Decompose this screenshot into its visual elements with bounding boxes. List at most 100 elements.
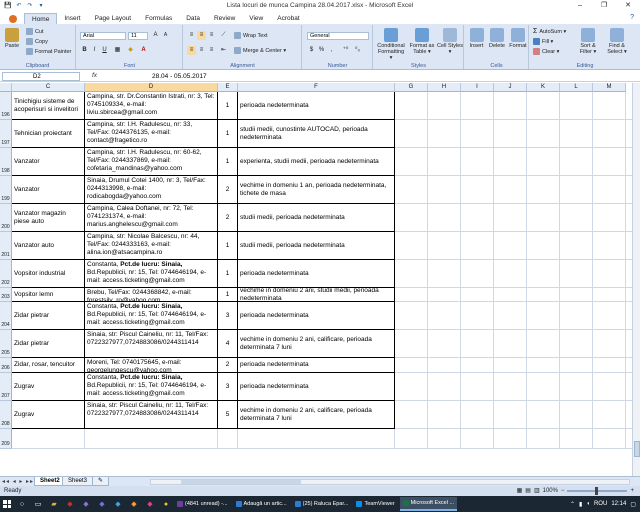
positions-count-cell[interactable]: 2: [218, 176, 238, 204]
column-header-m[interactable]: M: [593, 83, 626, 92]
taskbar-app[interactable]: TeamViewer: [353, 497, 397, 511]
empty-cell[interactable]: [560, 176, 593, 204]
positions-count-cell[interactable]: 1: [218, 232, 238, 260]
illustrator-icon[interactable]: ◆: [127, 497, 141, 511]
column-header-j[interactable]: J: [494, 83, 527, 92]
font-name-select[interactable]: Arial: [80, 32, 126, 40]
clear-button[interactable]: Clear ▾: [533, 48, 559, 55]
positions-count-cell[interactable]: 1: [218, 260, 238, 288]
requirements-cell[interactable]: studii medii, cunostinte AUTOCAD, perioa…: [238, 120, 395, 148]
column-header-l[interactable]: L: [560, 83, 593, 92]
job-title-cell[interactable]: Zugrav: [12, 401, 85, 429]
office-button[interactable]: [2, 13, 24, 24]
increase-decimal-icon[interactable]: ⁺⁰: [341, 46, 350, 55]
sheet-tab-sheet3[interactable]: Sheet3: [62, 477, 94, 486]
job-title-cell[interactable]: Zidar pietrar: [12, 302, 85, 330]
empty-cell[interactable]: [461, 288, 494, 302]
empty-cell[interactable]: [494, 373, 527, 401]
positions-count-cell[interactable]: 1: [218, 120, 238, 148]
empty-cell[interactable]: [593, 120, 626, 148]
empty-cell[interactable]: [593, 330, 626, 358]
contact-cell[interactable]: Constanta, Pct.de lucru: Sinaia, Bd.Repu…: [85, 373, 218, 401]
empty-cell[interactable]: [560, 429, 593, 449]
requirements-cell[interactable]: studii medii, perioada nedeterminata: [238, 204, 395, 232]
empty-cell[interactable]: [560, 120, 593, 148]
empty-cell[interactable]: [395, 204, 428, 232]
empty-cell[interactable]: [593, 148, 626, 176]
customize-qat-icon[interactable]: ▾: [37, 2, 45, 10]
vertical-scroll-thumb[interactable]: [634, 441, 640, 457]
taskbar-app[interactable]: Microsoft Excel ...: [399, 497, 458, 511]
align-top-icon[interactable]: ≡: [187, 31, 196, 40]
zoom-out-icon[interactable]: −: [561, 486, 565, 496]
save-icon[interactable]: 💾: [4, 2, 12, 10]
empty-cell[interactable]: [494, 288, 527, 302]
empty-cell[interactable]: [527, 330, 560, 358]
requirements-cell[interactable]: perioada nedeterminata: [238, 373, 395, 401]
empty-cell[interactable]: [494, 176, 527, 204]
empty-cell[interactable]: [395, 288, 428, 302]
empty-cell[interactable]: [527, 260, 560, 288]
empty-cell[interactable]: [395, 401, 428, 429]
positions-count-cell[interactable]: 5: [218, 401, 238, 429]
empty-cell[interactable]: [395, 358, 428, 373]
contact-cell[interactable]: Constanta, Pct.de lucru: Sinaia, Bd.Repu…: [85, 302, 218, 330]
page-break-view-icon[interactable]: ▥: [534, 486, 540, 496]
empty-cell[interactable]: [560, 260, 593, 288]
positions-count-cell[interactable]: 2: [218, 204, 238, 232]
empty-cell[interactable]: [461, 120, 494, 148]
orientation-icon[interactable]: ⟋: [219, 31, 228, 40]
empty-cell[interactable]: [395, 148, 428, 176]
shrink-font-icon[interactable]: A: [161, 31, 170, 40]
job-title-cell[interactable]: Tinichigiu sisteme de acoperisuri si inv…: [12, 92, 85, 120]
tray-arrow-icon[interactable]: ⌃: [570, 501, 575, 508]
empty-cell[interactable]: [428, 330, 461, 358]
job-title-cell[interactable]: Zugrav: [12, 373, 85, 401]
job-title-cell[interactable]: Vopsitor lemn: [12, 288, 85, 302]
row-header[interactable]: 196: [0, 92, 12, 120]
job-title-cell[interactable]: Vanzator auto: [12, 232, 85, 260]
italic-button[interactable]: I: [90, 46, 99, 55]
positions-count-cell[interactable]: 3: [218, 373, 238, 401]
empty-cell[interactable]: [428, 373, 461, 401]
empty-cell[interactable]: [593, 302, 626, 330]
empty-cell[interactable]: [461, 92, 494, 120]
fx-icon[interactable]: fx: [92, 72, 97, 79]
after-effects-icon[interactable]: ◆: [95, 497, 109, 511]
insert-cells-button[interactable]: Insert: [467, 28, 486, 49]
empty-cell[interactable]: [395, 429, 428, 449]
underline-button[interactable]: U: [100, 46, 109, 55]
requirements-cell[interactable]: vechime in domeniu 2 ani, studii medii, …: [238, 288, 395, 302]
empty-cell[interactable]: [428, 302, 461, 330]
contact-cell[interactable]: Campina, str. Dr.Constantin Istrati, nr:…: [85, 92, 218, 120]
clock[interactable]: 12:14: [611, 501, 626, 507]
align-middle-icon[interactable]: ≡: [197, 31, 206, 40]
insert-sheet-icon[interactable]: ✎: [92, 477, 110, 486]
contact-cell[interactable]: Sinaia, str: Piscul Caineliu, nr: 11, Te…: [85, 401, 218, 429]
acrobat-icon[interactable]: ◆: [63, 497, 77, 511]
zoom-slider[interactable]: [567, 487, 628, 495]
empty-cell[interactable]: [593, 401, 626, 429]
align-left-icon[interactable]: ≡: [187, 46, 196, 55]
paste-button[interactable]: Paste: [3, 28, 21, 49]
empty-cell[interactable]: [527, 232, 560, 260]
tab-insert[interactable]: Insert: [57, 13, 87, 24]
empty-cell[interactable]: [428, 120, 461, 148]
decrease-decimal-icon[interactable]: ⁰₀: [353, 46, 362, 55]
empty-cell[interactable]: [395, 302, 428, 330]
wrap-text-button[interactable]: Wrap Text: [234, 32, 268, 39]
empty-cell[interactable]: [428, 429, 461, 449]
empty-cell[interactable]: [494, 358, 527, 373]
empty-cell[interactable]: [527, 401, 560, 429]
task-view-icon[interactable]: ▭: [31, 497, 45, 511]
empty-cell[interactable]: [428, 92, 461, 120]
empty-cell[interactable]: [593, 373, 626, 401]
conditional-formatting-button[interactable]: Conditional Formatting ▾: [376, 28, 406, 61]
taskbar-app[interactable]: Adaugă un artic...: [233, 497, 290, 511]
empty-cell[interactable]: [527, 429, 560, 449]
select-all-corner[interactable]: [0, 83, 12, 92]
job-title-cell[interactable]: Vanzator: [12, 176, 85, 204]
contact-cell[interactable]: [85, 429, 218, 449]
merge-center-button[interactable]: Merge & Center ▾: [234, 47, 286, 54]
empty-cell[interactable]: [428, 148, 461, 176]
